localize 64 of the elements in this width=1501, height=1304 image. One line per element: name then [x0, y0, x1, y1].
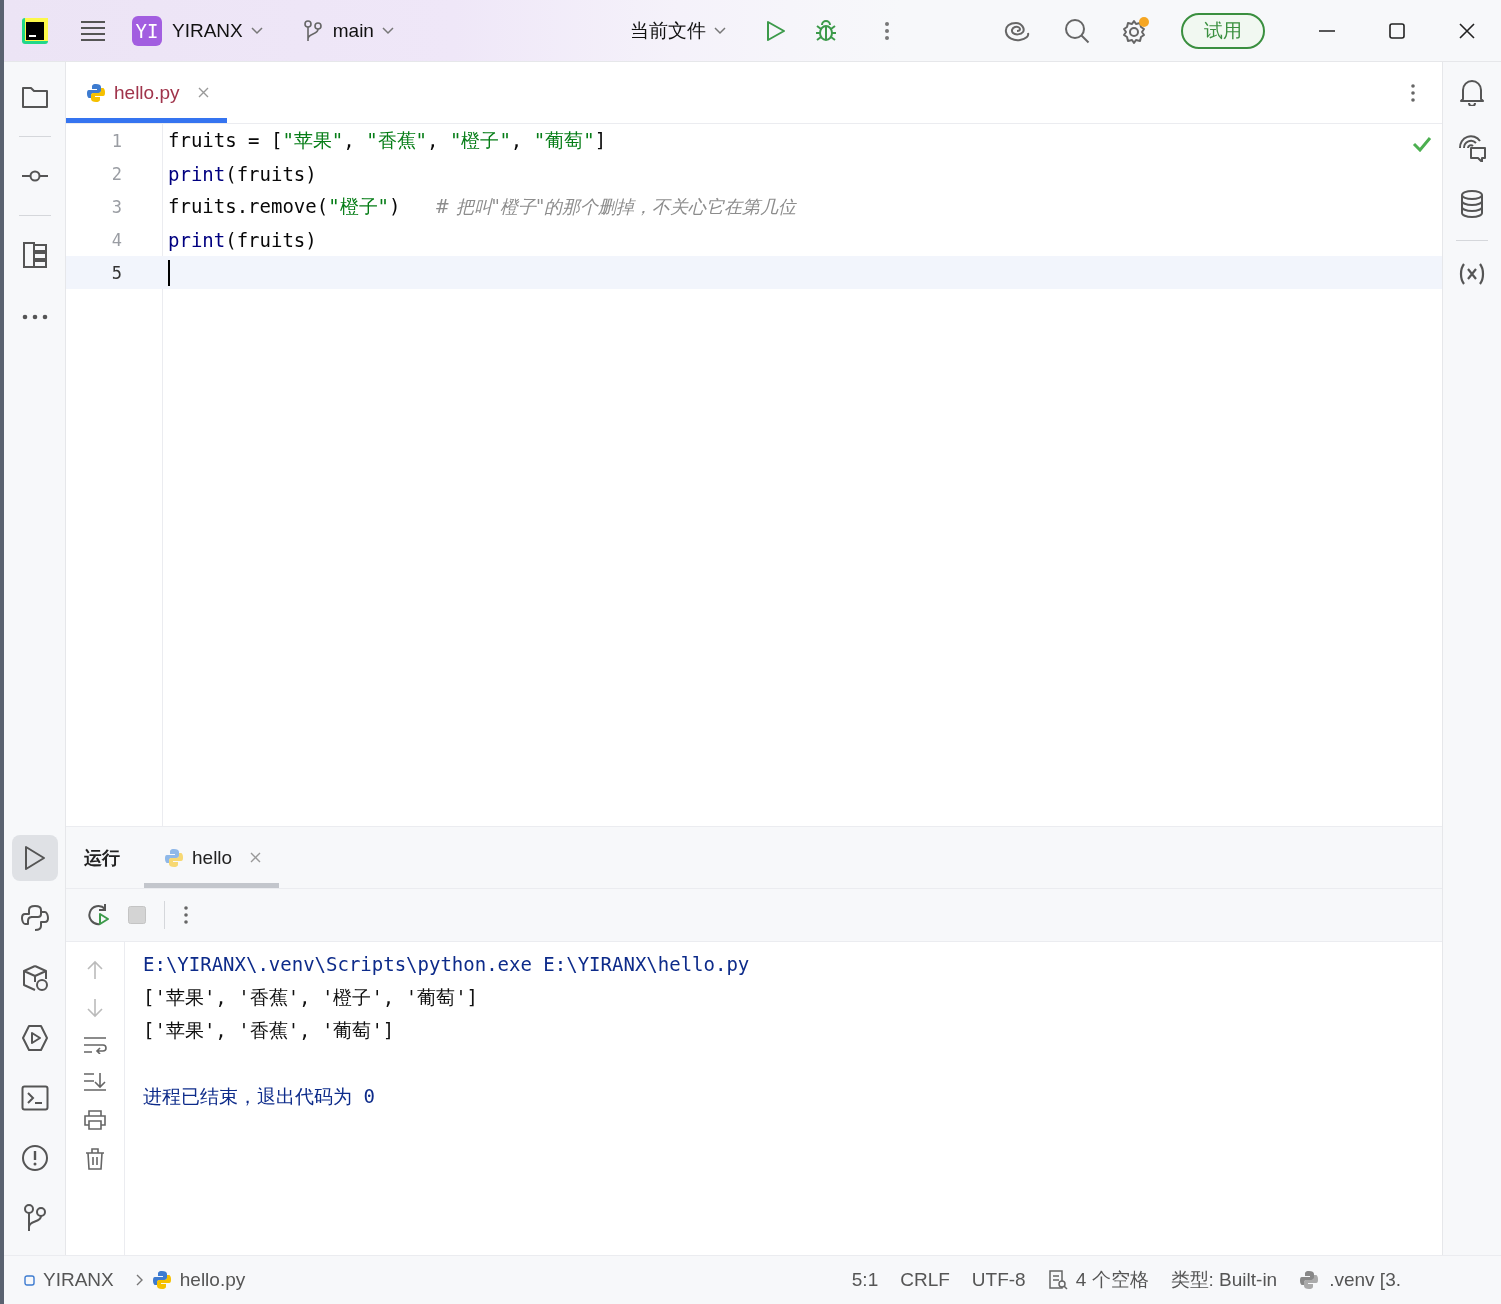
- line-number: 4: [110, 229, 122, 250]
- chevron-icon[interactable]: [381, 26, 394, 35]
- close-tab-icon[interactable]: [197, 87, 209, 98]
- chat-icon[interactable]: [1457, 134, 1487, 162]
- status-item[interactable]: 5:1: [851, 1269, 879, 1291]
- print-icon[interactable]: [84, 1110, 106, 1131]
- breadcrumb[interactable]: hello.py: [179, 1269, 246, 1291]
- minimize-icon[interactable]: [1318, 29, 1335, 32]
- maximize-icon[interactable]: [1388, 22, 1405, 39]
- soft-wrap-icon[interactable]: [83, 1036, 107, 1055]
- console-line: 进程已结束，退出代码为 0: [143, 1084, 376, 1110]
- spiral-icon[interactable]: [1003, 19, 1030, 42]
- python-icon: [164, 847, 184, 868]
- check-icon: [1412, 136, 1432, 152]
- more-icon[interactable]: [883, 20, 890, 41]
- search-icon[interactable]: [1063, 17, 1090, 44]
- status-item[interactable]: CRLF: [900, 1269, 950, 1291]
- app-logo-icon[interactable]: [22, 17, 48, 44]
- close-tab-icon[interactable]: [250, 852, 262, 864]
- more-icon[interactable]: [1410, 82, 1416, 103]
- console-line: ['苹果', '香蕉', '橙子', '葡萄']: [143, 985, 480, 1011]
- text-cursor: [168, 259, 170, 286]
- run-icon[interactable]: [765, 19, 786, 42]
- status-item[interactable]: 4 个空格: [1075, 1267, 1149, 1293]
- status-item[interactable]: 类型: Built-in: [1170, 1267, 1278, 1293]
- bell-icon[interactable]: [1459, 78, 1485, 106]
- code-line: print(fruits): [168, 228, 317, 251]
- scroll-to-end-icon[interactable]: [83, 1072, 107, 1093]
- breadcrumb[interactable]: YIRANX: [43, 1269, 114, 1291]
- rerun-icon[interactable]: [86, 903, 110, 928]
- console-line: ['苹果', '香蕉', '葡萄']: [143, 1018, 396, 1044]
- bug-icon[interactable]: [813, 18, 838, 43]
- branch-name[interactable]: main: [332, 19, 374, 42]
- trial-button[interactable]: 试用: [1180, 12, 1265, 49]
- code-line: print(fruits): [168, 162, 317, 185]
- editor-tab[interactable]: hello.py: [66, 62, 227, 123]
- run-icon[interactable]: [11, 835, 58, 881]
- code-line: fruits = ["苹果", "香蕉", "橙子", "葡萄"]: [168, 127, 607, 153]
- chevron-icon[interactable]: [713, 26, 726, 35]
- project-badge[interactable]: YI: [132, 15, 162, 46]
- trash-icon[interactable]: [85, 1148, 105, 1171]
- database-icon[interactable]: [1460, 190, 1484, 218]
- python-file-icon: [86, 82, 106, 103]
- project-name[interactable]: YIRANX: [172, 19, 243, 42]
- panel-title: 运行: [84, 846, 120, 870]
- run-configuration[interactable]: 当前文件: [629, 17, 706, 44]
- menu-icon[interactable]: [80, 19, 106, 42]
- branch-icon[interactable]: [302, 19, 323, 42]
- variables-icon[interactable]: [1459, 263, 1485, 285]
- close-icon[interactable]: [1458, 22, 1475, 39]
- chevron-icon[interactable]: [250, 26, 263, 35]
- code-editor[interactable]: 1 fruits = ["苹果", "香蕉", "橙子", "葡萄"] 2 print(fruits) 3 fruits.remove("橙子") # 把叫"橙子"的那个删掉，不关心它在第几位 4 print(fruits) 5: [66, 124, 1442, 827]
- line-number: 2: [110, 163, 122, 184]
- status-item[interactable]: UTF-8: [971, 1269, 1026, 1291]
- line-number: 3: [110, 196, 122, 217]
- console-line: E:\YIRANX\.venv\Scripts\python.exe E:\YIRANX\hello.py: [143, 952, 750, 978]
- more-icon[interactable]: [183, 905, 189, 926]
- python-file-icon: [151, 1270, 172, 1290]
- status-item[interactable]: .venv [3.: [1329, 1269, 1401, 1291]
- code-line: fruits.remove("橙子") # 把叫"橙子"的那个删掉，不关心它在第几位: [168, 193, 797, 219]
- line-number: 5: [110, 262, 122, 283]
- module-icon: [24, 1274, 35, 1286]
- line-number: 1: [110, 130, 122, 151]
- chevron-right-icon: [135, 1274, 144, 1286]
